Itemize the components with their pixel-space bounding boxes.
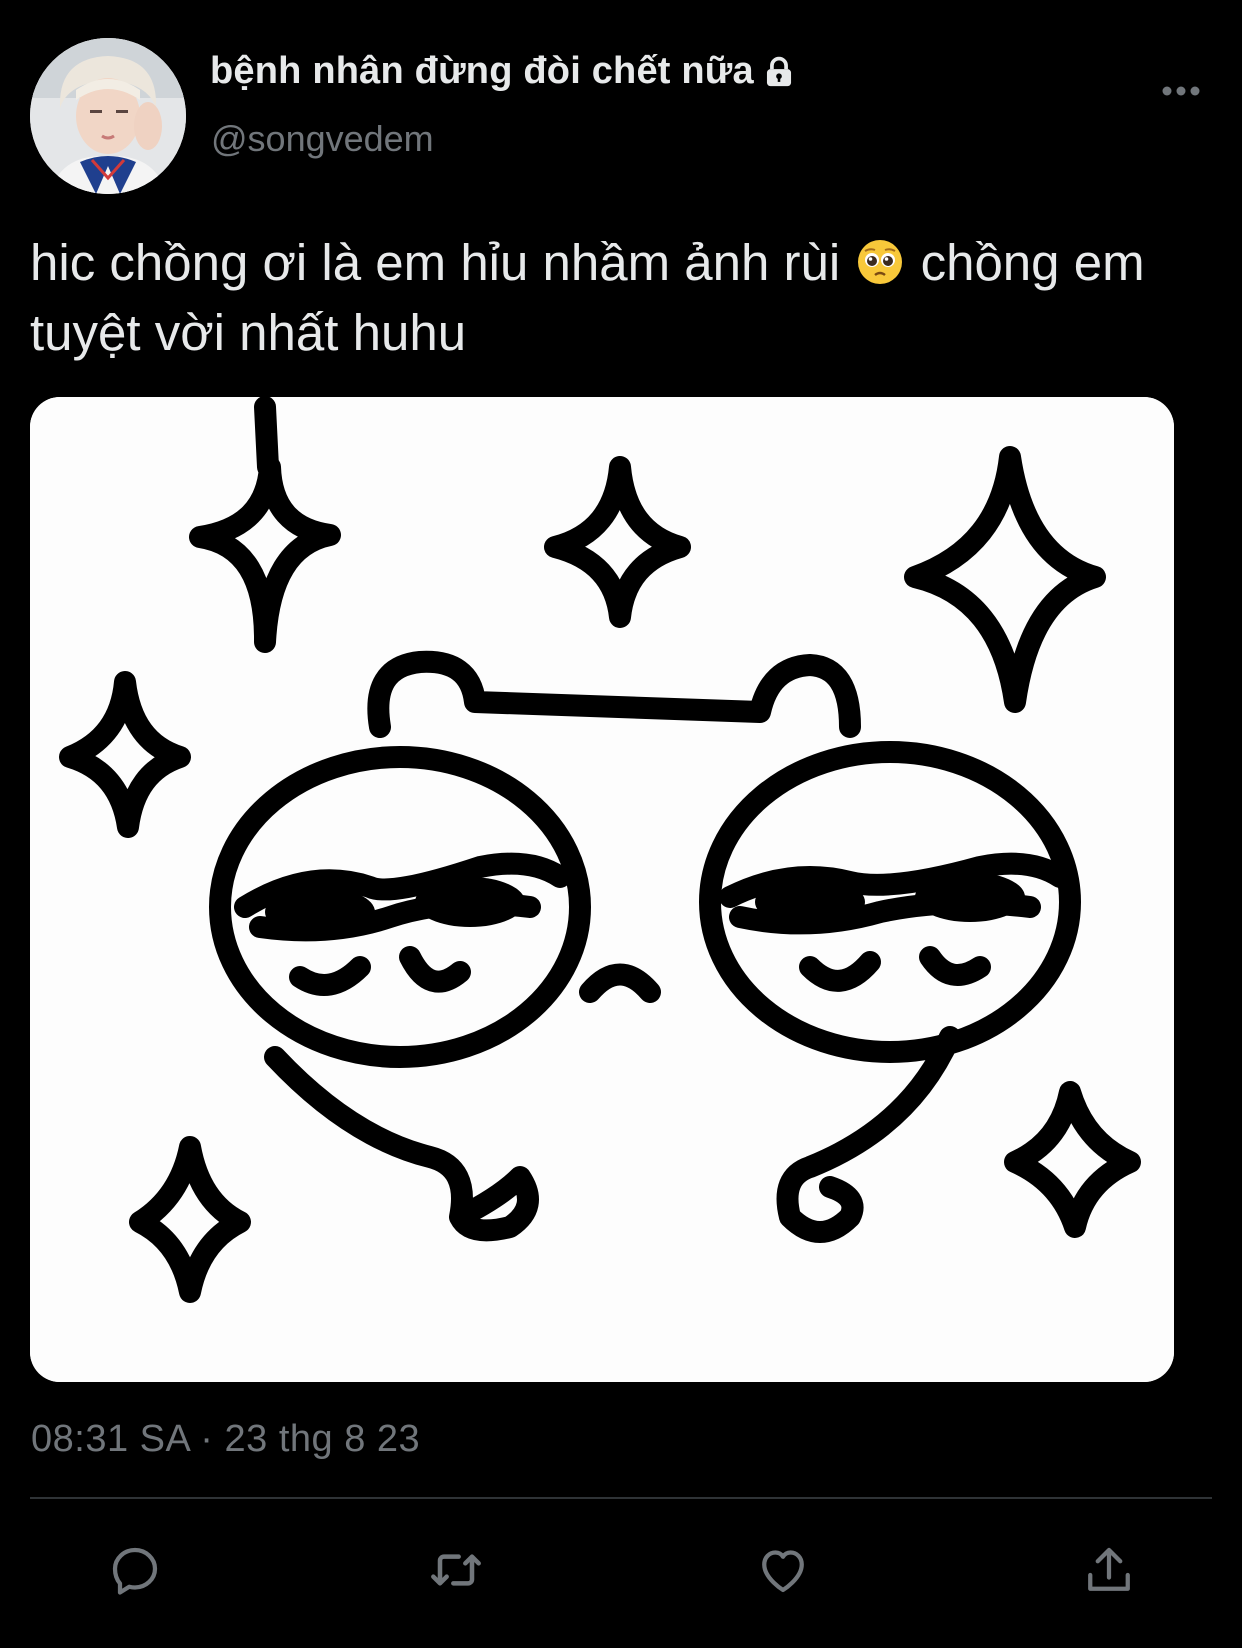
tweet-media-image[interactable] bbox=[30, 397, 1174, 1382]
share-button[interactable] bbox=[1077, 1538, 1141, 1602]
tweet-timestamp[interactable]: 08:31 SA · 23 thg 8 23 bbox=[31, 1418, 420, 1461]
display-name-text: bệnh nhân đừng đòi chết nữa bbox=[210, 50, 754, 92]
heart-icon bbox=[762, 1550, 804, 1593]
share-icon bbox=[1088, 1547, 1130, 1591]
like-button[interactable] bbox=[751, 1538, 815, 1602]
doodle-sparkle-face-image bbox=[30, 397, 1174, 1382]
lock-icon bbox=[766, 56, 791, 86]
reply-icon bbox=[112, 1547, 158, 1595]
more-options-icon[interactable] bbox=[1160, 82, 1202, 100]
divider bbox=[30, 1497, 1212, 1499]
avatar[interactable] bbox=[30, 38, 186, 194]
pleading-face-emoji-icon bbox=[858, 240, 903, 284]
retweet-icon bbox=[431, 1554, 481, 1586]
retweet-button[interactable] bbox=[424, 1538, 488, 1602]
display-name[interactable]: bệnh nhân đừng đòi chết nữa bbox=[210, 50, 796, 93]
avatar-photo bbox=[30, 38, 186, 194]
reply-button[interactable] bbox=[103, 1538, 167, 1602]
tweet-text: hic chồng ơi là em hỉu nhầm ảnh rùi chồn… bbox=[30, 228, 1230, 368]
tweet-text-part1: hic chồng ơi là em hỉu nhầm ảnh rùi bbox=[30, 234, 841, 291]
username-handle[interactable]: @songvedem bbox=[211, 118, 434, 160]
